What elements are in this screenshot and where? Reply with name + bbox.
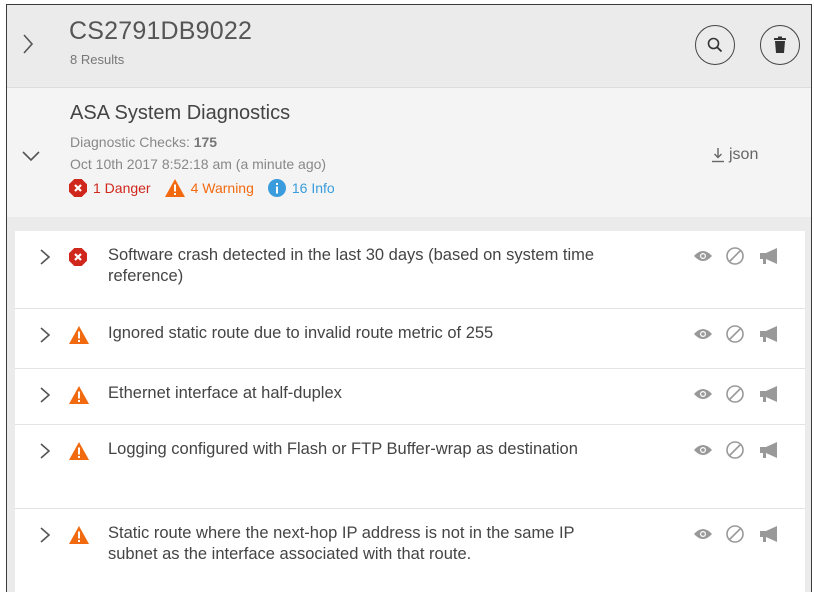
info-icon	[267, 179, 286, 197]
warning-icon	[69, 326, 89, 349]
eye-icon[interactable]	[693, 249, 713, 263]
ignore-icon[interactable]	[725, 324, 745, 344]
megaphone-icon[interactable]	[757, 325, 781, 343]
chevron-right-icon[interactable]	[21, 33, 35, 55]
eye-icon[interactable]	[693, 327, 713, 341]
result-text: Ignored static route due to invalid rout…	[108, 324, 494, 342]
download-icon	[711, 147, 725, 163]
severity-badges: 1 Danger 4 Warning 16 Info	[69, 179, 349, 197]
chevron-right-icon[interactable]	[39, 526, 51, 549]
result-text: Logging configured with Flash or FTP Buf…	[108, 440, 578, 458]
result-text: Ethernet interface at half-duplex	[108, 384, 342, 402]
chevron-right-icon[interactable]	[39, 248, 51, 271]
row-actions	[693, 524, 793, 544]
megaphone-icon[interactable]	[757, 385, 781, 403]
ignore-icon[interactable]	[725, 384, 745, 404]
megaphone-icon[interactable]	[757, 525, 781, 543]
warning-icon	[164, 179, 185, 197]
info-badge-label: 16 Info	[291, 180, 335, 196]
eye-icon[interactable]	[693, 443, 713, 457]
summary-title: ASA System Diagnostics	[70, 102, 291, 124]
download-json-button[interactable]: json	[711, 146, 758, 164]
result-row[interactable]: Software crash detected in the last 30 d…	[15, 231, 805, 309]
row-actions	[693, 246, 793, 266]
results-count: 8 Results	[70, 52, 125, 67]
warning-icon	[69, 386, 89, 409]
checks-label: Diagnostic Checks:	[70, 134, 194, 150]
megaphone-icon[interactable]	[757, 247, 781, 265]
megaphone-icon[interactable]	[757, 441, 781, 459]
result-row[interactable]: Ethernet interface at half-duplex	[15, 369, 805, 425]
json-label: json	[729, 146, 759, 163]
delete-button[interactable]	[760, 25, 800, 65]
danger-icon	[69, 248, 87, 271]
eye-icon[interactable]	[693, 387, 713, 401]
warning-badge-label: 4 Warning	[190, 180, 254, 196]
row-actions	[693, 324, 793, 344]
search-button[interactable]	[695, 25, 735, 65]
row-actions	[693, 440, 793, 460]
danger-badge-label: 1 Danger	[93, 180, 151, 196]
danger-icon	[69, 179, 87, 197]
chevron-right-icon[interactable]	[39, 326, 51, 349]
warning-badge[interactable]: 4 Warning	[164, 179, 254, 197]
trash-icon	[772, 36, 788, 54]
diagnostics-summary: ASA System Diagnostics Diagnostic Checks…	[7, 87, 811, 217]
search-icon	[706, 36, 724, 54]
diagnostic-date: Oct 10th 2017 8:52:18 am (a minute ago)	[70, 156, 327, 172]
result-text: Software crash detected in the last 30 d…	[108, 246, 595, 285]
warning-icon	[69, 526, 89, 549]
results-panel: CS2791DB9022 8 Results ASA System Diagno…	[6, 4, 812, 592]
device-header: CS2791DB9022 8 Results	[7, 5, 811, 87]
eye-icon[interactable]	[693, 527, 713, 541]
device-title: CS2791DB9022	[69, 17, 253, 45]
row-actions	[693, 384, 793, 404]
result-row[interactable]: Static route where the next-hop IP addre…	[15, 509, 805, 592]
checks-count: 175	[193, 134, 218, 150]
chevron-right-icon[interactable]	[39, 442, 51, 465]
result-row[interactable]: Ignored static route due to invalid rout…	[15, 309, 805, 369]
ignore-icon[interactable]	[725, 440, 745, 460]
ignore-icon[interactable]	[725, 246, 745, 266]
info-badge[interactable]: 16 Info	[267, 179, 335, 197]
chevron-right-icon[interactable]	[39, 386, 51, 409]
danger-badge[interactable]: 1 Danger	[69, 179, 151, 197]
result-row[interactable]: Logging configured with Flash or FTP Buf…	[15, 425, 805, 509]
diagnostic-checks: Diagnostic Checks: 175	[70, 134, 217, 150]
ignore-icon[interactable]	[725, 524, 745, 544]
chevron-down-icon[interactable]	[21, 150, 41, 162]
warning-icon	[69, 442, 89, 465]
result-list: Software crash detected in the last 30 d…	[15, 231, 805, 592]
result-text: Static route where the next-hop IP addre…	[108, 524, 575, 563]
